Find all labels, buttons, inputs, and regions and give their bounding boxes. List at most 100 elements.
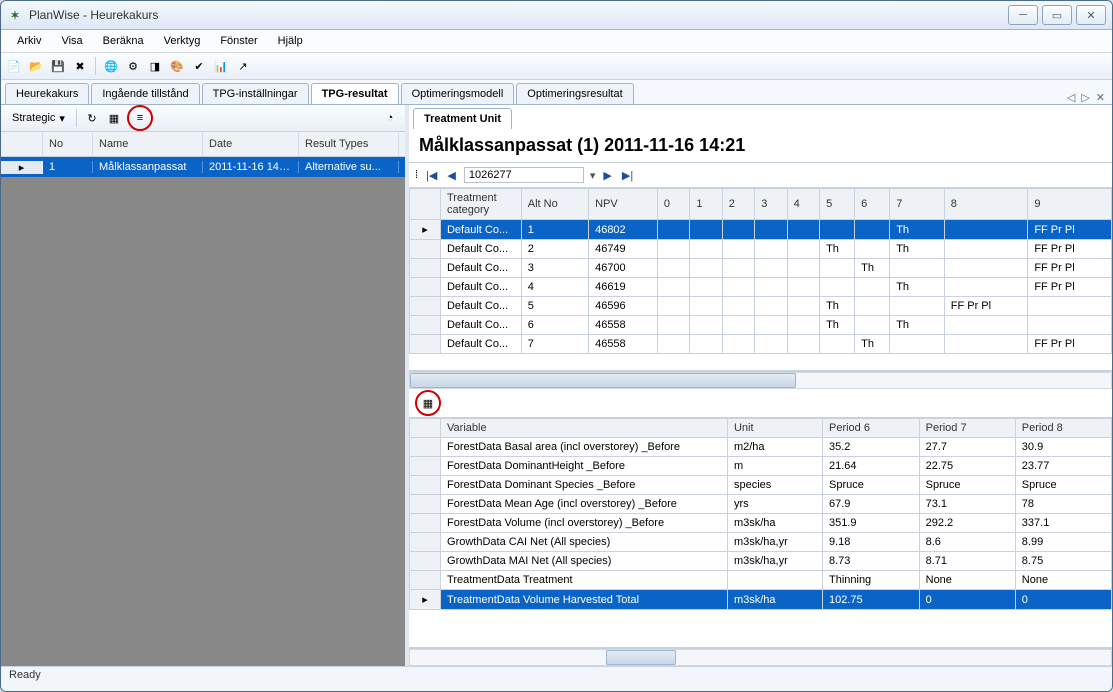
top-col-header[interactable]: 4	[787, 189, 819, 220]
export-icon[interactable]: ↗	[234, 57, 252, 75]
grid-cell	[657, 316, 689, 335]
minimize-button[interactable]: ─	[1008, 5, 1038, 25]
top-col-header[interactable]: 1	[690, 189, 722, 220]
top-horizontal-scrollbar[interactable]	[409, 371, 1112, 389]
variables-row[interactable]: GrowthData MAI Net (All species)m3sk/ha,…	[410, 552, 1112, 571]
variables-row[interactable]: ▸TreatmentData Volume Harvested Totalm3s…	[410, 590, 1112, 610]
bottom-col-header[interactable]: Period 8	[1015, 419, 1111, 438]
refresh-icon[interactable]: ↻	[83, 109, 101, 127]
top-col-header[interactable]: 2	[722, 189, 754, 220]
menu-arkiv[interactable]: Arkiv	[9, 33, 49, 49]
tabs-next-icon[interactable]: ▷	[1078, 91, 1092, 104]
table-view-icon[interactable]: ▦	[419, 394, 437, 412]
top-col-header[interactable]: Treatmentcategory	[440, 189, 521, 220]
nav-first-icon[interactable]: |◀	[424, 169, 439, 182]
results-list[interactable]: ▸ 1 Målklassanpassat 2011-11-16 14:21 Al…	[1, 157, 405, 666]
menu-berakna[interactable]: Beräkna	[95, 33, 152, 49]
variables-row[interactable]: TreatmentData TreatmentThinningNoneNone	[410, 571, 1112, 590]
variables-row[interactable]: ForestData Basal area (incl overstorey) …	[410, 438, 1112, 457]
variables-row[interactable]: ForestData Dominant Species _Beforespeci…	[410, 476, 1112, 495]
menu-fonster[interactable]: Fönster	[212, 33, 265, 49]
grid-cell	[722, 278, 754, 297]
bottom-horizontal-scrollbar[interactable]	[409, 648, 1112, 666]
top-col-header[interactable]: 8	[944, 189, 1028, 220]
grid-cell: FF Pr Pl	[944, 297, 1028, 316]
chart-icon[interactable]: 📊	[212, 57, 230, 75]
alternatives-row[interactable]: Default Co...446619ThFF Pr Pl	[410, 278, 1112, 297]
variables-row[interactable]: ForestData Mean Age (incl overstorey) _B…	[410, 495, 1112, 514]
tabs-prev-icon[interactable]: ◁	[1064, 91, 1078, 104]
top-col-header[interactable]: 0	[657, 189, 689, 220]
grid-cell	[657, 278, 689, 297]
top-col-header[interactable]: 5	[820, 189, 855, 220]
grid-icon[interactable]: ▦	[105, 109, 123, 127]
grid-cell: ForestData Volume (incl overstorey) _Bef…	[441, 514, 728, 533]
chevron-down-icon[interactable]: ▾	[590, 169, 596, 182]
grid-cell	[944, 240, 1028, 259]
row-indicator-icon: ▸	[410, 220, 441, 240]
bottom-col-header[interactable]: Variable	[441, 419, 728, 438]
variables-row[interactable]: GrowthData CAI Net (All species)m3sk/ha,…	[410, 533, 1112, 552]
menu-hjalp[interactable]: Hjälp	[270, 33, 311, 49]
palette-icon[interactable]: 🎨	[168, 57, 186, 75]
tabs-close-icon[interactable]: ✕	[1093, 91, 1108, 104]
tab-ingaende[interactable]: Ingående tillstånd	[91, 83, 199, 104]
variables-grid[interactable]: VariableUnitPeriod 6Period 7Period 8 Fore…	[409, 418, 1112, 648]
cube-icon[interactable]: ◨	[146, 57, 164, 75]
tab-optimeringsmodell[interactable]: Optimeringsmodell	[401, 83, 515, 104]
bottom-col-header[interactable]: Period 6	[822, 419, 919, 438]
tab-tpg-installningar[interactable]: TPG-inställningar	[202, 83, 309, 104]
top-col-header[interactable]: 9	[1028, 189, 1112, 220]
alternatives-row[interactable]: Default Co...546596ThFF Pr Pl	[410, 297, 1112, 316]
alternatives-row[interactable]: Default Co...646558ThTh	[410, 316, 1112, 335]
variables-row[interactable]: ForestData Volume (incl overstorey) _Bef…	[410, 514, 1112, 533]
save-icon[interactable]: 💾	[49, 57, 67, 75]
alternatives-row[interactable]: ▸Default Co...146802ThFF Pr Pl	[410, 220, 1112, 240]
grid-cell	[722, 335, 754, 354]
menu-visa[interactable]: Visa	[53, 33, 90, 49]
close-button[interactable]: ✕	[1076, 5, 1106, 25]
row-indicator-icon	[410, 533, 441, 552]
top-col-header[interactable]: 3	[755, 189, 787, 220]
bottom-col-header[interactable]: Unit	[727, 419, 822, 438]
menu-verktyg[interactable]: Verktyg	[156, 33, 209, 49]
new-icon[interactable]: 📄	[5, 57, 23, 75]
maximize-button[interactable]: ▭	[1042, 5, 1072, 25]
nav-prev-icon[interactable]: ◀	[445, 169, 457, 182]
open-icon[interactable]: 📂	[27, 57, 45, 75]
alternatives-row[interactable]: Default Co...246749ThThFF Pr Pl	[410, 240, 1112, 259]
top-col-header[interactable]: Alt No	[521, 189, 588, 220]
col-name[interactable]: Name	[93, 132, 203, 156]
tab-tpg-resultat[interactable]: TPG-resultat	[311, 83, 399, 104]
nav-last-icon[interactable]: ▶|	[620, 169, 635, 182]
grid-cell: 8.71	[919, 552, 1015, 571]
top-col-header[interactable]: 6	[855, 189, 890, 220]
tab-optimeringsresultat[interactable]: Optimeringsresultat	[516, 83, 633, 104]
grid-cell	[787, 240, 819, 259]
bottom-col-header[interactable]: Period 7	[919, 419, 1015, 438]
variables-row[interactable]: ForestData DominantHeight _Beforem21.642…	[410, 457, 1112, 476]
row-indicator-icon	[410, 457, 441, 476]
nav-next-icon[interactable]: ▶	[601, 169, 613, 182]
record-input[interactable]	[464, 167, 584, 183]
alternatives-grid[interactable]: TreatmentcategoryAlt NoNPV0123456789▸Def…	[409, 188, 1112, 371]
grid-cell: ForestData Basal area (incl overstorey) …	[441, 438, 728, 457]
list-icon[interactable]: ≡	[131, 109, 149, 127]
tab-treatment-unit[interactable]: Treatment Unit	[413, 108, 512, 129]
alternatives-row[interactable]: Default Co...746558ThFF Pr Pl	[410, 335, 1112, 354]
check-icon[interactable]: ✔	[190, 57, 208, 75]
delete-icon[interactable]: ✖	[71, 57, 89, 75]
top-col-header[interactable]: NPV	[589, 189, 658, 220]
globe-icon[interactable]: 🌐	[102, 57, 120, 75]
results-row[interactable]: ▸ 1 Målklassanpassat 2011-11-16 14:21 Al…	[1, 157, 405, 177]
help-icon[interactable]: ◔	[381, 109, 399, 127]
tab-heurekakurs[interactable]: Heurekakurs	[5, 83, 89, 104]
col-date[interactable]: Date	[203, 132, 299, 156]
gear-icon[interactable]: ⚙	[124, 57, 142, 75]
alternatives-row[interactable]: Default Co...346700ThFF Pr Pl	[410, 259, 1112, 278]
col-no[interactable]: No	[43, 132, 93, 156]
col-result-types[interactable]: Result Types	[299, 132, 399, 156]
mode-dropdown[interactable]: Strategic ▾	[7, 110, 70, 127]
handle-icon[interactable]: ⁞	[415, 169, 418, 181]
top-col-header[interactable]: 7	[890, 189, 945, 220]
